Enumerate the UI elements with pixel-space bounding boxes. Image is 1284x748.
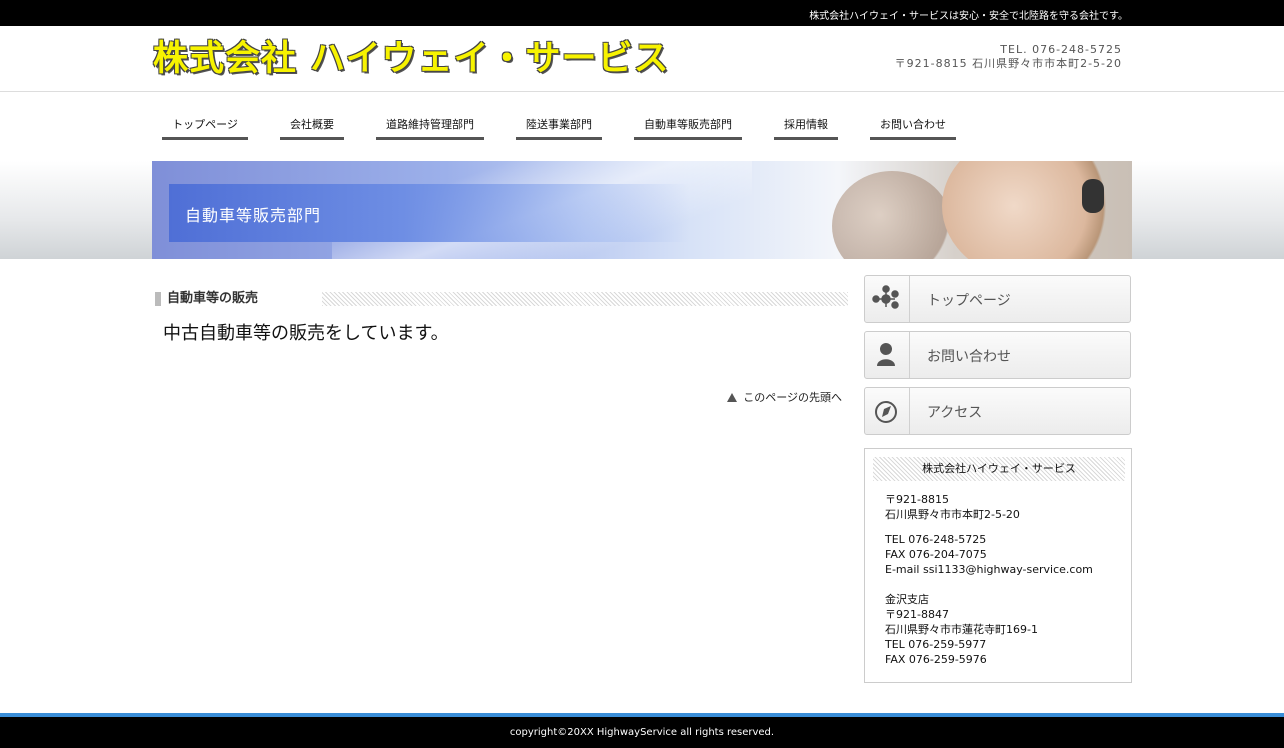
banner-title: 自動車等販売部門 — [185, 206, 322, 225]
header-address: 〒921-8815 石川県野々市市本町2-5-20 — [894, 57, 1122, 70]
page-banner: 自動車等販売部門 — [0, 161, 1284, 259]
sidebar-button-label: トップページ — [927, 293, 1011, 309]
info-line: 石川県野々市市本町2-5-20 — [885, 508, 1020, 521]
sidebar-button-access[interactable]: アクセス — [864, 387, 1131, 435]
sidebar-button-label: お問い合わせ — [927, 349, 1011, 365]
global-nav: トップページ 会社概要 道路維持管理部門 陸送事業部門 自動車等販売部門 採用情… — [152, 111, 1132, 141]
sidebar-button-top[interactable]: トップページ — [864, 275, 1131, 323]
nav-item-car-sales[interactable]: 自動車等販売部門 — [634, 111, 742, 140]
section-lead: 中古自動車等の販売をしています。 — [163, 323, 449, 344]
site-tagline: 株式会社ハイウェイ・サービスは安心・安全で北陸路を守る会社です。 — [809, 11, 1128, 22]
network-icon — [865, 276, 910, 322]
header-contact: TEL. 076-248-5725 〒921-8815 石川県野々市市本町2-5… — [895, 43, 1122, 71]
info-line: FAX 076-204-7075 — [885, 548, 987, 561]
info-line: TEL 076-248-5725 — [885, 533, 987, 546]
nav-item-contact[interactable]: お問い合わせ — [870, 111, 956, 140]
compass-icon — [865, 388, 910, 434]
copyright: copyright©20XX HighwayService all rights… — [509, 727, 775, 738]
info-line: TEL 076-259-5977 — [885, 638, 987, 651]
headset-icon — [1082, 179, 1104, 213]
info-line: 石川県野々市市蓮花寺町169-1 — [885, 623, 1038, 636]
banner-title-box: 自動車等販売部門 — [169, 184, 689, 242]
info-line: 〒921-8815 — [885, 493, 949, 506]
company-info-box: 株式会社ハイウェイ・サービス 〒921-8815 石川県野々市市本町2-5-20… — [864, 448, 1132, 683]
info-line: 金沢支店 — [885, 593, 929, 606]
company-info-title: 株式会社ハイウェイ・サービス — [873, 457, 1125, 481]
banner-image: 自動車等販売部門 — [152, 161, 1132, 259]
section-heading: 自動車等の販売 — [155, 290, 848, 308]
info-line: 〒921-8847 — [885, 608, 949, 621]
triangle-up-icon — [727, 393, 738, 402]
top-bar: 株式会社ハイウェイ・サービスは安心・安全で北陸路を守る会社です。 — [0, 0, 1284, 26]
nav-item-recruit[interactable]: 採用情報 — [774, 111, 838, 140]
sidebar-button-label: アクセス — [927, 405, 983, 421]
person-icon — [865, 332, 910, 378]
site-header: 株式会社 ハイウェイ・サービス TEL. 076-248-5725 〒921-8… — [0, 26, 1284, 92]
header-tel: TEL. 076-248-5725 — [1000, 43, 1122, 56]
info-email[interactable]: E-mail ssi1133@highway-service.com — [885, 562, 1093, 577]
site-logo[interactable]: 株式会社 ハイウェイ・サービス — [153, 38, 670, 80]
sidebar-button-contact[interactable]: お問い合わせ — [864, 331, 1131, 379]
operator-photo-back — [832, 171, 952, 259]
section-heading-text: 自動車等の販売 — [167, 291, 259, 306]
info-line: FAX 076-259-5976 — [885, 653, 987, 666]
nav-item-road[interactable]: 道路維持管理部門 — [376, 111, 484, 140]
nav-item-transport[interactable]: 陸送事業部門 — [516, 111, 602, 140]
nav-item-top[interactable]: トップページ — [162, 111, 248, 140]
page-top-link[interactable]: このページの先頭へ — [727, 389, 842, 405]
nav-item-company[interactable]: 会社概要 — [280, 111, 344, 140]
site-footer: copyright©20XX HighwayService all rights… — [0, 717, 1284, 748]
